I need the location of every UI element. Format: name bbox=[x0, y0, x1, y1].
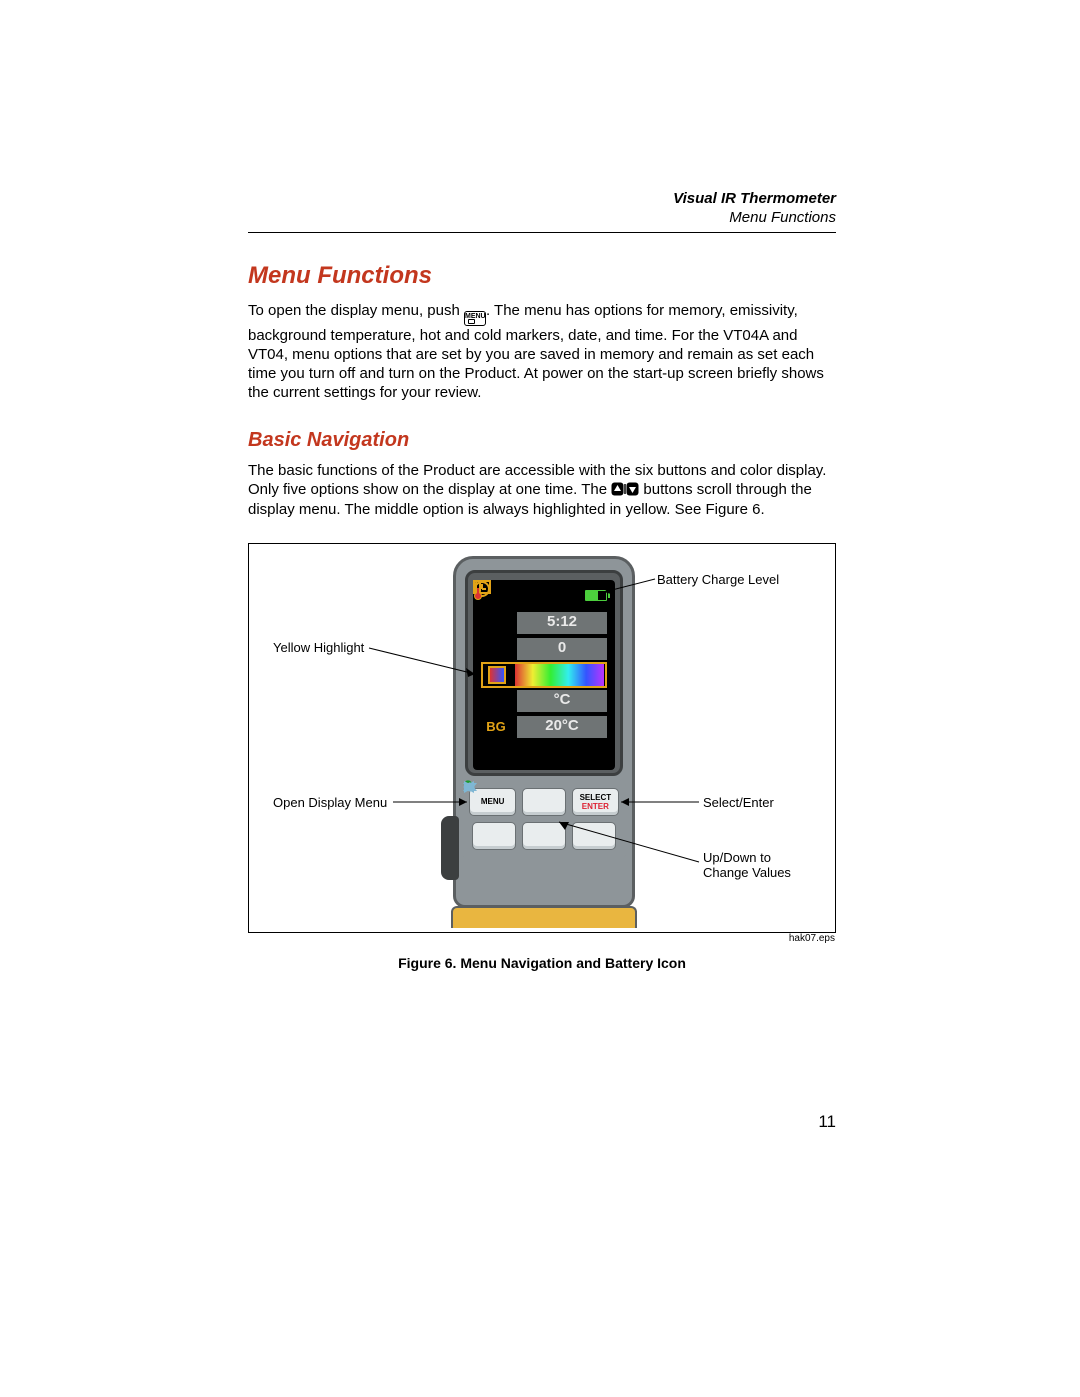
page-number: 11 bbox=[818, 1111, 836, 1132]
device-base bbox=[451, 906, 637, 928]
up-button[interactable] bbox=[522, 788, 565, 816]
enter-label: ENTER bbox=[582, 803, 609, 811]
menu-val-bg: 20°C bbox=[517, 716, 607, 738]
menu-row-memory: 0 bbox=[481, 636, 607, 662]
menu-row-unit: °C bbox=[481, 688, 607, 714]
nav-paragraph: The basic functions of the Product are a… bbox=[248, 461, 836, 519]
subsection-heading: Basic Navigation bbox=[248, 428, 836, 453]
menu-row-bg: BG 20°C bbox=[481, 714, 607, 740]
menu-val-time: 5:12 bbox=[517, 612, 607, 634]
right-button[interactable] bbox=[572, 822, 616, 850]
running-head-subtitle: Menu Functions bbox=[248, 209, 836, 228]
menu-list: 5:12 0 bbox=[481, 610, 607, 740]
menu-val-count: 0 bbox=[517, 638, 607, 660]
running-head-title: Visual IR Thermometer bbox=[248, 190, 836, 209]
callout-yellow-highlight: Yellow Highlight bbox=[273, 640, 364, 656]
device-screen: 5:12 0 bbox=[473, 580, 615, 770]
button-pad: MENU SELECT ENTER bbox=[461, 780, 627, 860]
figure-caption: Figure 6. Menu Navigation and Battery Ic… bbox=[248, 955, 836, 973]
menu-row-palette-selected bbox=[481, 662, 607, 688]
callout-open-menu: Open Display Menu bbox=[273, 795, 387, 811]
palette-icon bbox=[488, 666, 506, 684]
grip bbox=[441, 816, 459, 880]
menu-power-button-icon: MENU bbox=[464, 311, 486, 326]
intro-paragraph: To open the display menu, push MENU. The… bbox=[248, 301, 836, 403]
battery-icon bbox=[585, 590, 607, 601]
callout-up-down: Up/Down to Change Values bbox=[703, 850, 791, 881]
select-enter-button[interactable]: SELECT ENTER bbox=[572, 788, 619, 816]
section-heading: Menu Functions bbox=[248, 261, 836, 291]
intro-text-a: To open the display menu, push bbox=[248, 302, 464, 319]
device-illustration: 5:12 0 bbox=[439, 550, 649, 928]
right-arrow-icon bbox=[461, 780, 477, 794]
figure-6: 5:12 0 bbox=[248, 543, 836, 933]
down-button[interactable] bbox=[522, 822, 566, 850]
palette-gradient bbox=[515, 664, 604, 686]
callout-battery: Battery Charge Level bbox=[657, 572, 779, 588]
left-button[interactable] bbox=[472, 822, 516, 850]
up-down-buttons-icon bbox=[611, 482, 639, 496]
eps-filename: hak07.eps bbox=[789, 933, 835, 946]
bg-label: BG bbox=[481, 719, 511, 735]
callout-select-enter: Select/Enter bbox=[703, 795, 774, 811]
running-head: Visual IR Thermometer Menu Functions bbox=[248, 190, 836, 233]
menu-val-unit: °C bbox=[517, 690, 607, 712]
menu-button-label: MENU bbox=[481, 797, 505, 807]
menu-row-time: 5:12 bbox=[481, 610, 607, 636]
